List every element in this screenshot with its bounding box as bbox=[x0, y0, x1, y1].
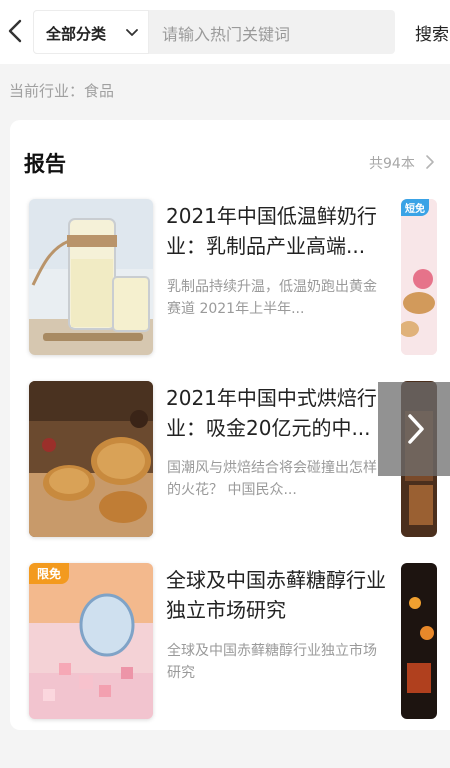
back-icon[interactable] bbox=[4, 18, 26, 44]
chevron-right-icon bbox=[408, 414, 424, 444]
report-title[interactable]: 2021年中国低温鲜奶行业：乳制品产业高端... bbox=[166, 201, 386, 261]
report-count[interactable]: 共94本 bbox=[369, 153, 415, 173]
report-desc: 全球及中国赤藓糖醇行业独立市场研究 bbox=[167, 643, 377, 681]
search-button[interactable]: 搜索 bbox=[415, 20, 449, 45]
report-title[interactable]: 2021年中国中式烘焙行业：吸金20亿元的中... bbox=[166, 383, 386, 443]
search-input[interactable]: 请输入热门关键词 bbox=[162, 21, 290, 45]
chevron-right-icon[interactable] bbox=[425, 154, 435, 170]
next-column-cover[interactable]: 短免 bbox=[401, 199, 437, 355]
report-cover-erythritol[interactable]: 限免 bbox=[29, 563, 153, 719]
top-bar: 全部分类 请输入热门关键词 搜索 bbox=[0, 0, 450, 64]
bottom-divider bbox=[0, 740, 450, 768]
report-cover-bakery[interactable] bbox=[29, 381, 153, 537]
free-badge: 限免 bbox=[29, 563, 70, 584]
category-dropdown[interactable]: 全部分类 bbox=[33, 10, 149, 54]
report-title[interactable]: 全球及中国赤藓糖醇行业独立市场研究 bbox=[166, 565, 386, 625]
free-badge: 短免 bbox=[401, 199, 429, 216]
current-industry-label: 当前行业：食品 bbox=[9, 82, 115, 100]
report-desc: 乳制品持续升温，低温奶跑出黄金赛道 2021年上半年... bbox=[167, 279, 377, 317]
report-desc: 国潮风与烘焙结合将会碰撞出怎样的火花？ 中国民众... bbox=[167, 460, 377, 498]
next-page-button[interactable] bbox=[378, 382, 450, 476]
section-title: 报告 bbox=[24, 152, 66, 176]
category-label: 全部分类 bbox=[46, 25, 107, 43]
chevron-down-icon bbox=[126, 29, 138, 36]
next-column-cover[interactable] bbox=[401, 563, 437, 719]
report-cover-milk[interactable] bbox=[29, 199, 153, 355]
